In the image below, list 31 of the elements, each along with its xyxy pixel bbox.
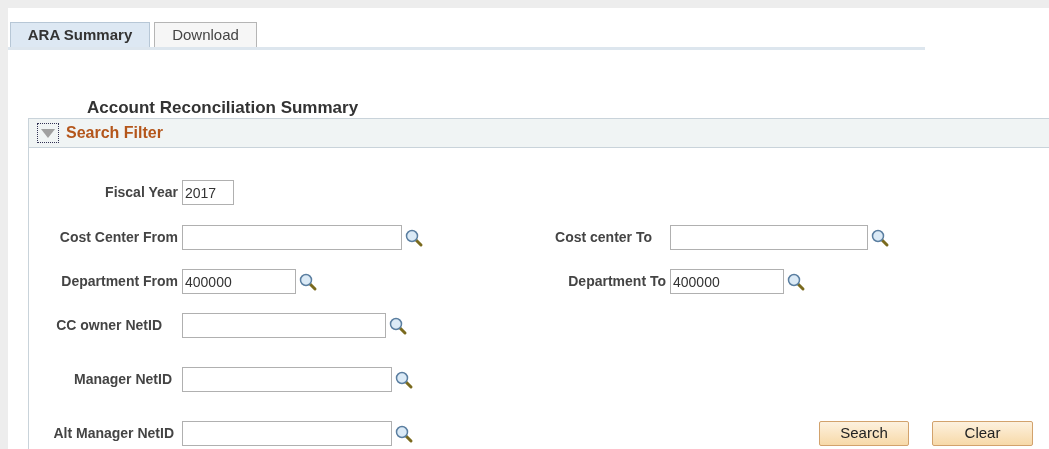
input-field[interactable]: [182, 225, 402, 250]
search-icon[interactable]: [298, 271, 318, 292]
field-label: Manager NetID: [72, 370, 173, 389]
input-field[interactable]: [182, 367, 392, 392]
search-button[interactable]: Search: [819, 421, 909, 446]
field-label: CC owner NetID: [55, 316, 163, 335]
search-icon[interactable]: [404, 227, 424, 248]
field-label: Fiscal Year: [104, 183, 179, 202]
input-field[interactable]: [670, 225, 868, 250]
field-label: Cost center To: [554, 228, 653, 247]
search-icon[interactable]: [394, 369, 414, 390]
triangle-down-icon: [41, 128, 55, 138]
field-label: Cost Center From: [58, 228, 179, 247]
field-label: Department From: [60, 272, 179, 291]
search-icon[interactable]: [786, 271, 806, 292]
tab[interactable]: ARA Summary: [10, 22, 150, 47]
input-field[interactable]: [182, 421, 392, 446]
input-field[interactable]: 400000: [182, 269, 296, 294]
search-icon[interactable]: [388, 315, 408, 336]
section-title: Search Filter: [66, 123, 163, 143]
page-title: Account Reconciliation Summary: [87, 98, 359, 118]
input-field[interactable]: 400000: [670, 269, 784, 294]
search-icon[interactable]: [870, 227, 890, 248]
field-label: Alt Manager NetID: [52, 424, 175, 443]
search-icon[interactable]: [394, 423, 414, 444]
clear-button[interactable]: Clear: [932, 421, 1033, 446]
collapse-toggle[interactable]: [37, 123, 59, 143]
field-label: Department To: [567, 272, 667, 291]
input-field[interactable]: 2017: [182, 180, 234, 205]
input-field[interactable]: [182, 313, 386, 338]
tab[interactable]: Download: [154, 22, 257, 47]
